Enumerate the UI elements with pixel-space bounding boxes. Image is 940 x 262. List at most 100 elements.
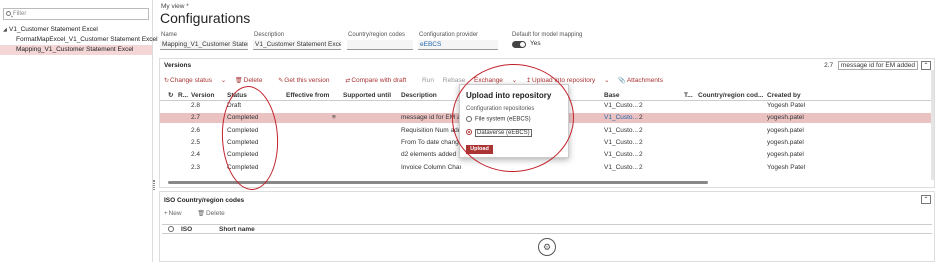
col-status[interactable]: Status bbox=[227, 91, 247, 101]
col-version[interactable]: Version bbox=[191, 91, 214, 101]
tree-node-label: V1_Customer Statement Excel bbox=[9, 26, 98, 33]
compare-button[interactable]: ⇄Compare with draft bbox=[345, 77, 413, 84]
row-created-by: yogesh.patel bbox=[767, 151, 804, 158]
tree-node-label: Mapping_V1_Customer Statement Excel bbox=[16, 46, 134, 53]
col-created-by[interactable]: Created by bbox=[767, 91, 801, 101]
name-label: Name bbox=[161, 32, 178, 38]
row-created-by: Yogesh Patel bbox=[767, 102, 806, 109]
col-base[interactable]: Base bbox=[604, 91, 620, 101]
row-description: From To date change bbox=[401, 139, 461, 146]
search-icon bbox=[6, 11, 11, 16]
attachments-button[interactable]: 📎Attachments bbox=[618, 77, 670, 84]
delete-button[interactable]: 🗑Delete bbox=[235, 77, 269, 84]
trash-icon: 🗑 bbox=[197, 211, 205, 217]
upload-repository-button[interactable]: ↥Upload into repository ⌄ bbox=[526, 77, 610, 84]
default-mapping-toggle[interactable] bbox=[512, 41, 526, 48]
col-country-region[interactable]: Country/region cod... bbox=[698, 91, 763, 101]
upload-button[interactable]: Upload bbox=[466, 145, 493, 154]
pager-text[interactable]: message id for EM added bbox=[837, 61, 918, 70]
plus-icon: + bbox=[164, 211, 168, 217]
collapse-iso-button[interactable]: ⌃ bbox=[921, 195, 931, 204]
radio-file-system[interactable]: File system (eEBCS) bbox=[466, 116, 531, 123]
iso-toolbar: +New 🗑Delete bbox=[164, 210, 239, 217]
col-supported-until[interactable]: Supported until bbox=[343, 91, 391, 101]
row-created-by: Yogesh Patel bbox=[767, 164, 806, 171]
col-effective-from[interactable]: Effective from bbox=[286, 91, 329, 101]
row-status: Draft bbox=[227, 102, 242, 109]
compare-icon: ⇄ bbox=[345, 78, 351, 84]
empty-grid-icon: ⚙ bbox=[538, 238, 556, 256]
view-selector[interactable]: My view * bbox=[161, 3, 189, 10]
row-base-num: 2 bbox=[639, 127, 643, 134]
get-version-button[interactable]: ✎Get this version bbox=[278, 77, 336, 84]
row-base: V1_Custo... bbox=[604, 127, 638, 134]
vertical-scrollbar[interactable] bbox=[931, 70, 934, 180]
iso-grid-header: ISO Short name bbox=[162, 224, 932, 234]
iso-title: ISO Country/region codes bbox=[164, 197, 245, 204]
row-created-by: yogesh.patel bbox=[767, 127, 804, 134]
radio-selected-icon bbox=[466, 129, 472, 135]
provider-field[interactable]: eEBCS bbox=[418, 40, 498, 50]
pane-splitter-handle[interactable] bbox=[153, 180, 155, 190]
row-status: Completed bbox=[227, 127, 259, 134]
country-codes-field[interactable] bbox=[347, 40, 413, 50]
versions-title: Versions bbox=[164, 62, 192, 69]
filter-placeholder: Filter bbox=[13, 11, 27, 17]
row-version: 2.5 bbox=[191, 139, 201, 146]
row-status: Completed bbox=[227, 139, 259, 146]
row-version: 2.3 bbox=[191, 164, 201, 171]
radio-label: Dataverse (eEBCS) bbox=[475, 128, 532, 137]
iso-delete-button[interactable]: 🗑Delete bbox=[197, 210, 231, 217]
radio-dataverse[interactable]: Dataverse (eEBCS) bbox=[466, 128, 532, 137]
tree-node-label: FormatMapExcel_V1_Customer Statement Exc… bbox=[16, 36, 158, 43]
description-label: Description bbox=[254, 32, 285, 38]
description-field[interactable]: V1_Customer Statement Excel bbox=[253, 40, 341, 50]
select-all-radio[interactable] bbox=[168, 225, 177, 235]
row-created-by: yogesh.patel bbox=[767, 114, 804, 121]
row-base-num: 2 bbox=[639, 164, 643, 171]
row-base: V1_Custo... bbox=[604, 102, 638, 109]
name-field[interactable]: Mapping_V1_Customer Statement... bbox=[160, 40, 248, 50]
flyout-subtitle: Configuration repositories bbox=[466, 106, 535, 112]
row-description: message id for EM ad bbox=[401, 114, 461, 121]
row-version: 2.4 bbox=[191, 151, 201, 158]
col-r[interactable]: R... bbox=[178, 91, 188, 101]
default-mapping-value: Yes bbox=[530, 40, 541, 47]
refresh-column-icon[interactable]: ↻ bbox=[168, 91, 173, 101]
filter-input[interactable]: Filter bbox=[3, 8, 149, 20]
row-base: V1_Custo... bbox=[604, 151, 638, 158]
col-description[interactable]: Description bbox=[401, 91, 437, 101]
change-status-button[interactable]: ↻Change status ⌄ bbox=[164, 77, 226, 84]
row-status: Completed bbox=[227, 151, 259, 158]
row-created-by: yogesh.patel bbox=[767, 139, 804, 146]
col-iso[interactable]: ISO bbox=[181, 225, 192, 235]
collapse-versions-button[interactable]: ⌃ bbox=[921, 61, 931, 70]
radio-unselected-icon bbox=[466, 116, 472, 122]
tree-node-root[interactable]: ◢ V1_Customer Statement Excel bbox=[0, 25, 152, 35]
page-title: Configurations bbox=[160, 10, 251, 26]
refresh-icon: ↻ bbox=[164, 78, 170, 84]
version-pager: 2.7 message id for EM added bbox=[824, 61, 918, 70]
tree-node-mapping-selected[interactable]: Mapping_V1_Customer Statement Excel bbox=[0, 45, 152, 55]
row-description: Invoice Column Change bbox=[401, 164, 461, 171]
col-t[interactable]: T... bbox=[684, 91, 693, 101]
rebase-button[interactable]: Rebase bbox=[443, 77, 465, 84]
paperclip-icon: 📎 bbox=[618, 78, 626, 84]
exchange-button[interactable]: Exchange ⌄ bbox=[474, 77, 517, 84]
provider-label: Configuration provider bbox=[419, 32, 479, 38]
row-base-num: 2 bbox=[639, 139, 643, 146]
new-button[interactable]: +New bbox=[164, 210, 189, 217]
row-version: 2.7 bbox=[191, 114, 201, 121]
col-short-name[interactable]: Short name bbox=[219, 225, 255, 235]
default-mapping-label: Default for model mapping bbox=[512, 32, 583, 38]
row-base: V1_Custo... bbox=[604, 139, 638, 146]
horizontal-scrollbar[interactable] bbox=[168, 181, 708, 184]
row-base[interactable]: V1_Custo... bbox=[604, 113, 638, 123]
row-details-icon[interactable]: ≡ bbox=[332, 113, 336, 123]
tree-node-format[interactable]: FormatMapExcel_V1_Customer Statement Exc… bbox=[0, 35, 158, 45]
run-button[interactable]: Run bbox=[422, 77, 434, 84]
versions-toolbar: ↻Change status ⌄ 🗑Delete ✎Get this versi… bbox=[164, 76, 677, 84]
country-codes-label: Country/region codes bbox=[348, 32, 406, 38]
table-row[interactable]: 2.3 Completed Invoice Column Change V1_C… bbox=[160, 163, 934, 173]
row-base-num: 2 bbox=[639, 102, 643, 109]
